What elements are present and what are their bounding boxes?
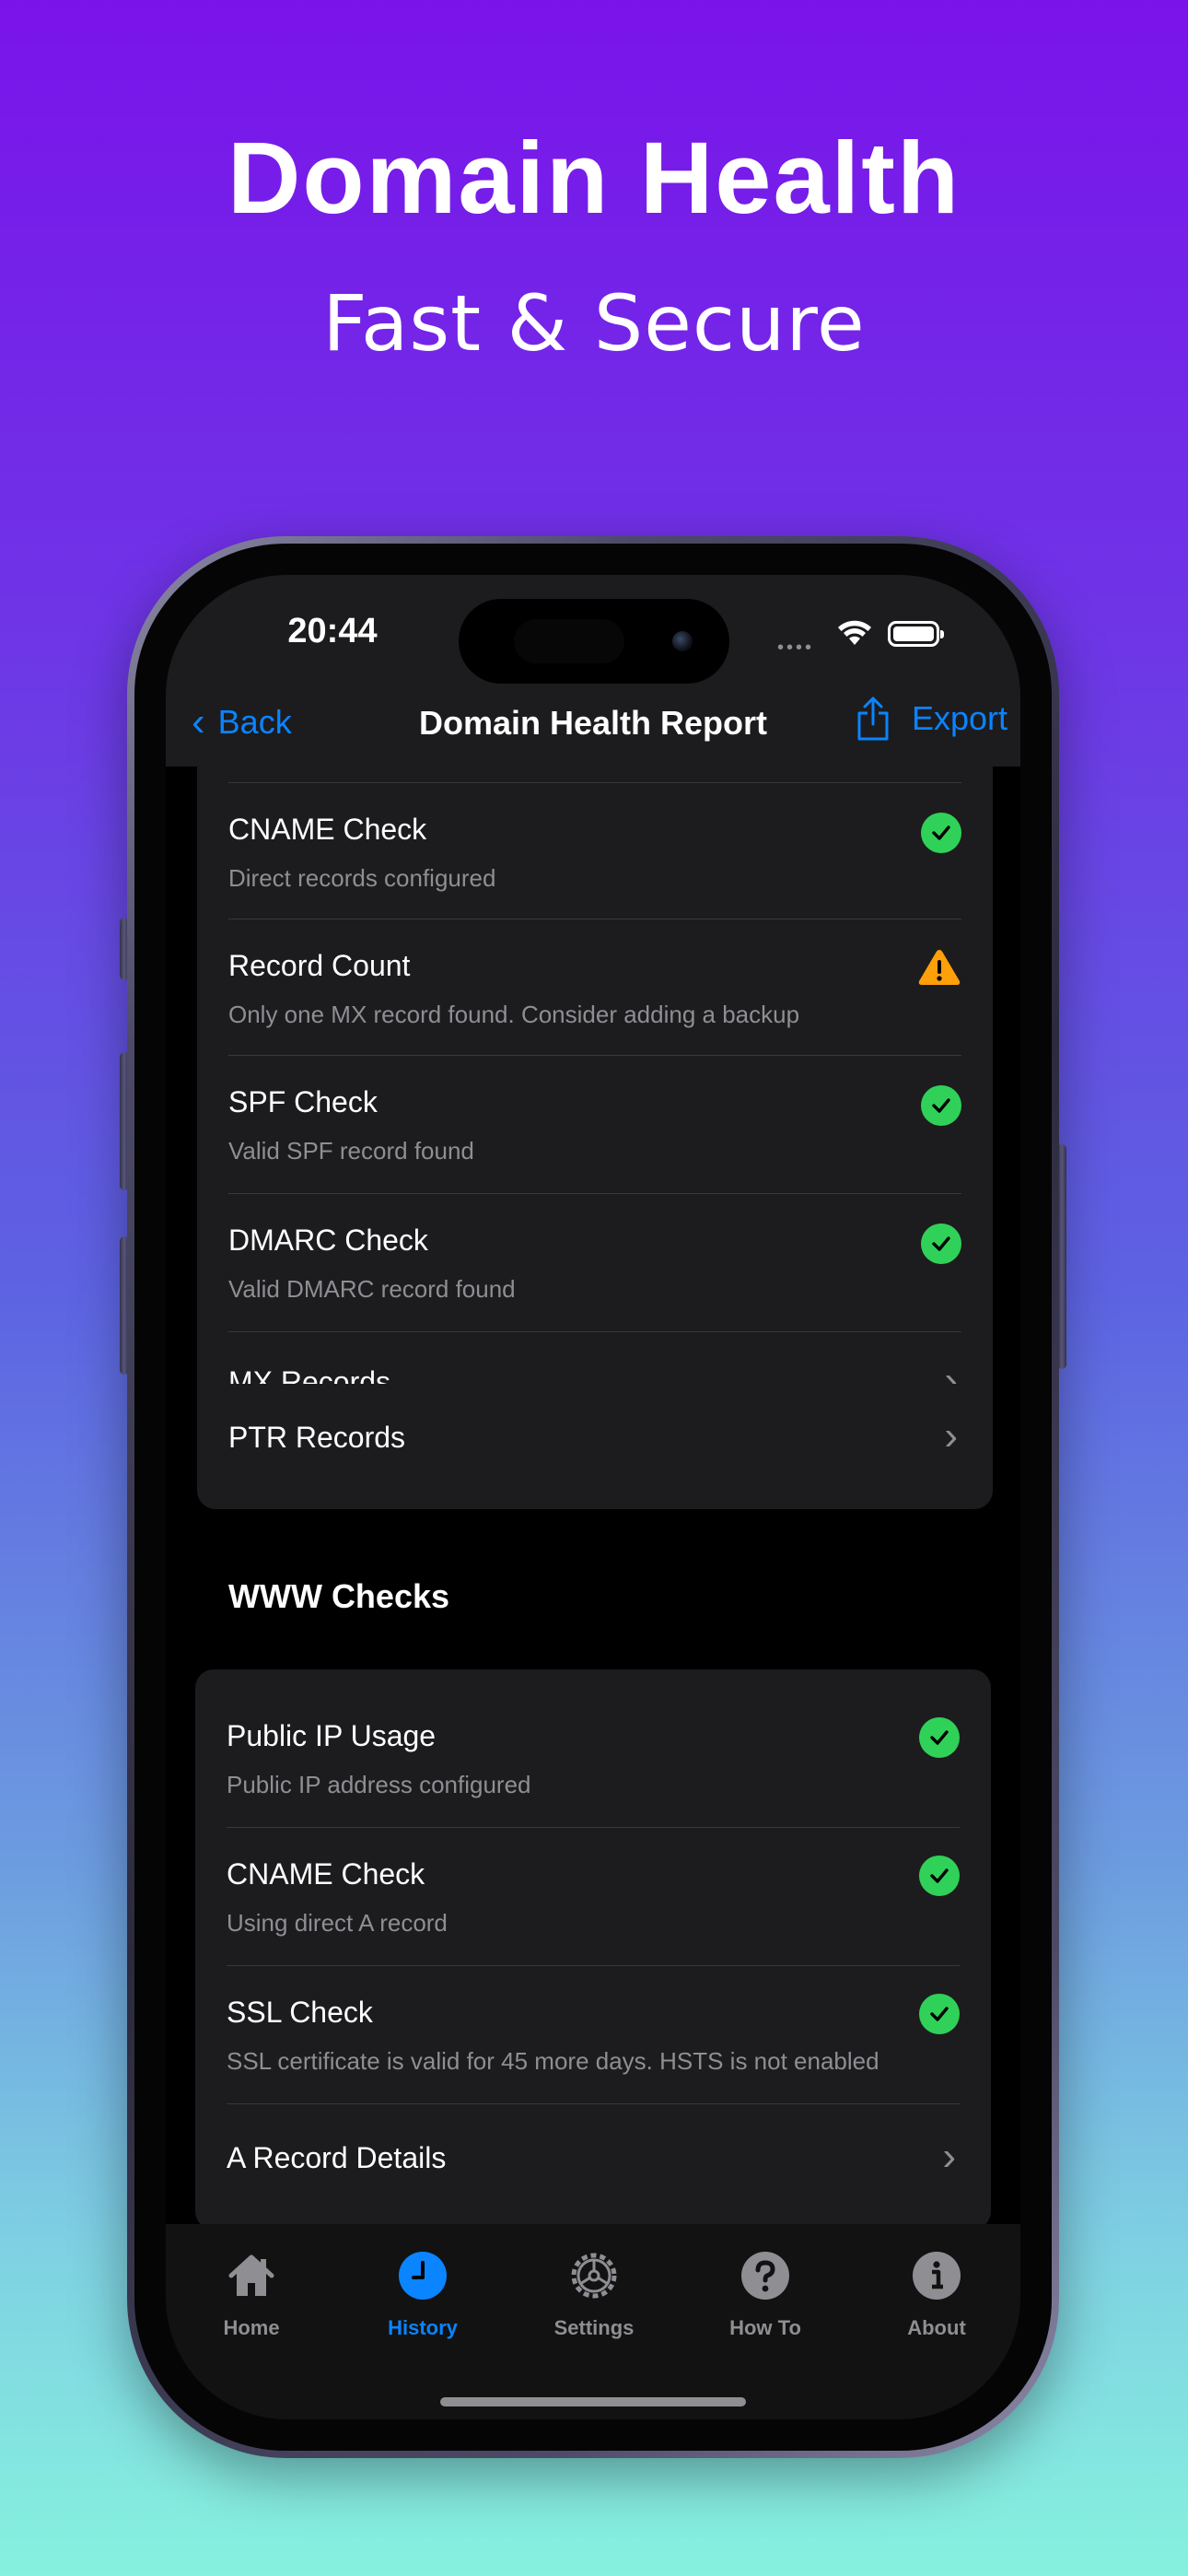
share-icon — [857, 697, 889, 741]
check-description: SSL certificate is valid for 45 more day… — [227, 2047, 879, 2075]
export-label: Export — [911, 699, 1007, 737]
check-title: SSL Check — [227, 1996, 373, 2029]
checkmark-icon — [919, 1856, 960, 1896]
signal-dots: •••• — [777, 638, 815, 658]
info-icon — [913, 2252, 961, 2300]
check-description: Valid DMARC record found — [228, 1275, 516, 1303]
page-title: Domain Health Report — [418, 704, 768, 742]
check-title: CNAME Check — [228, 813, 427, 846]
chevron-left-icon: ‹ — [192, 699, 205, 744]
list-item[interactable]: CNAME Check Using direct A record — [227, 1828, 960, 1966]
check-description: Using direct A record — [227, 1909, 448, 1937]
tab-history[interactable]: History — [354, 2250, 492, 2340]
tab-about[interactable]: About — [868, 2250, 1006, 2340]
check-description: Public IP address configured — [227, 1771, 531, 1798]
tab-label: How To — [729, 2316, 801, 2339]
www-checks-card: Public IP Usage Public IP address config… — [195, 1669, 991, 2230]
mail-checks-card: CNAME Check Direct records configured Re… — [197, 730, 993, 1437]
check-description: Direct records configured — [228, 864, 496, 892]
export-button[interactable]: Export — [855, 695, 1007, 743]
list-item[interactable]: Public IP Usage Public IP address config… — [227, 1669, 960, 1828]
status-time: 20:44 — [287, 612, 378, 650]
mail-checks-card-bottom: PTR Records › — [197, 1384, 993, 1509]
list-item[interactable]: SPF Check Valid SPF record found — [228, 1056, 961, 1194]
checkmark-icon — [919, 1994, 960, 2034]
list-item[interactable]: CNAME Check Direct records configured — [228, 783, 961, 919]
battery-icon — [888, 621, 944, 647]
section-header-www: WWW Checks — [228, 1577, 450, 1615]
checkmark-icon — [921, 1224, 961, 1264]
chevron-right-icon: › — [942, 2134, 956, 2179]
tab-home[interactable]: Home — [182, 2250, 320, 2340]
house-icon — [228, 2254, 274, 2296]
back-button[interactable]: ‹ Back — [192, 702, 292, 743]
tab-settings[interactable]: Settings — [525, 2250, 663, 2340]
check-title: CNAME Check — [227, 1857, 425, 1891]
check-description: Valid SPF record found — [228, 1137, 474, 1165]
check-title: Public IP Usage — [227, 1719, 437, 1752]
wifi-icon — [838, 620, 871, 645]
check-title: Record Count — [228, 949, 411, 982]
gear-icon — [571, 2253, 617, 2299]
list-item[interactable]: SSL Check SSL certificate is valid for 4… — [227, 1966, 960, 2104]
tab-label: History — [388, 2316, 458, 2339]
question-icon — [741, 2252, 789, 2300]
tab-how-to[interactable]: How To — [696, 2250, 834, 2340]
tab-label: Settings — [553, 2316, 635, 2339]
camera-icon — [672, 631, 693, 651]
back-label: Back — [217, 703, 292, 741]
tab-bar: Home History Settings How To About — [166, 2224, 1020, 2419]
tab-label: Home — [223, 2316, 280, 2339]
row-title: PTR Records — [228, 1421, 406, 1454]
row-title: A Record Details — [227, 2141, 447, 2174]
home-indicator — [440, 2397, 746, 2406]
ptr-records-row[interactable]: PTR Records › — [228, 1384, 961, 1509]
dynamic-island — [459, 599, 729, 684]
checkmark-icon — [919, 1717, 960, 1758]
clock-icon — [399, 2252, 447, 2300]
tab-label: About — [907, 2316, 966, 2339]
check-description: Only one MX record found. Consider addin… — [228, 1001, 800, 1028]
report-scroll-view[interactable]: CNAME Check Direct records configured Re… — [166, 730, 1020, 2230]
promo-subline: Fast & Secure — [322, 278, 866, 369]
phone-screen: 20:44 •••• ‹ Back Domain Health Report E… — [166, 575, 1020, 2419]
list-item[interactable]: Record Count Only one MX record found. C… — [228, 919, 961, 1056]
check-title: DMARC Check — [228, 1224, 428, 1257]
list-item[interactable]: DMARC Check Valid DMARC record found — [228, 1194, 961, 1332]
warning-icon — [918, 950, 961, 985]
check-title: SPF Check — [228, 1085, 378, 1118]
chevron-right-icon: › — [944, 1413, 958, 1458]
promo-headline: Domain Health — [227, 122, 961, 235]
a-record-details-row[interactable]: A Record Details › — [227, 2104, 960, 2230]
checkmark-icon — [921, 813, 961, 853]
checkmark-icon — [921, 1085, 961, 1126]
